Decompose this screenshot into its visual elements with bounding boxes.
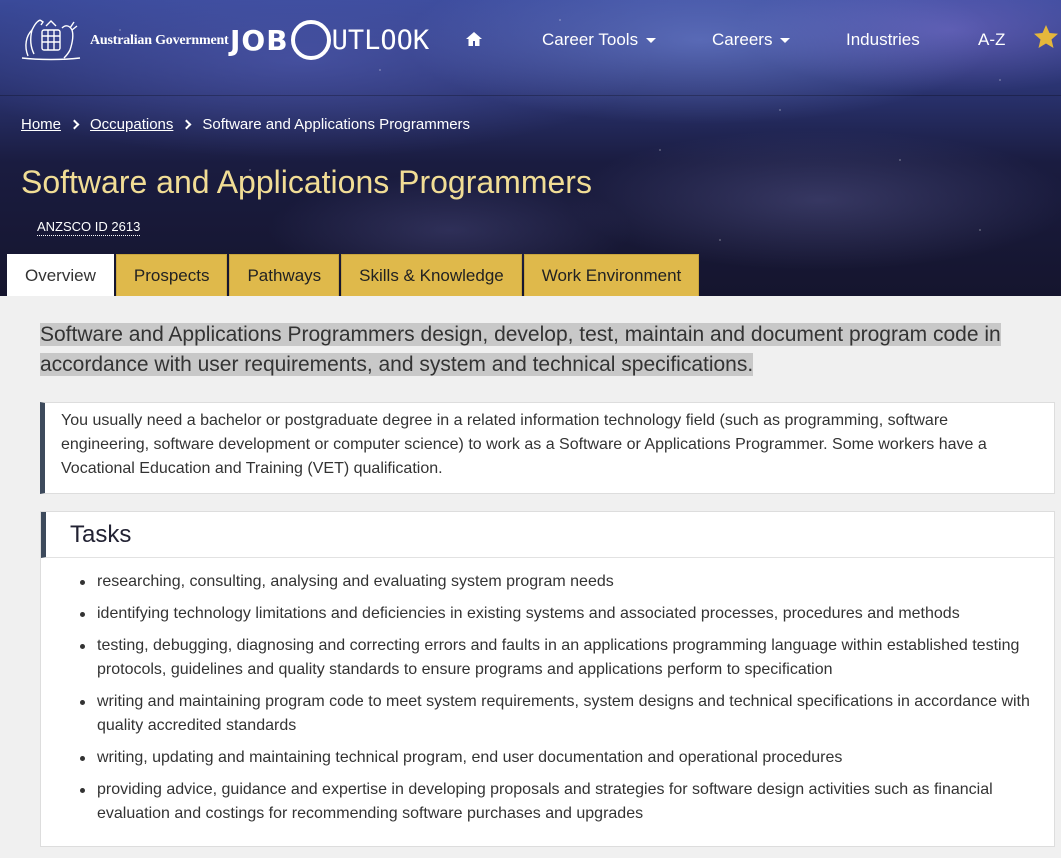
chevron-down-icon: [646, 37, 657, 43]
home-icon[interactable]: [465, 31, 483, 47]
breadcrumb-current: Software and Applications Programmers: [202, 116, 471, 133]
logo-outlook-text: UTLOOK: [331, 24, 430, 56]
nav-career-tools-label: Career Tools: [542, 30, 639, 49]
logo-job-text: JOB: [230, 23, 289, 57]
tab-skills-knowledge[interactable]: Skills & Knowledge: [341, 254, 522, 296]
tasks-panel: Tasks researching, consulting, analysing…: [40, 511, 1055, 847]
nav-a-z[interactable]: A-Z: [978, 28, 1005, 52]
list-item: identifying technology limitations and d…: [79, 602, 1036, 626]
occupation-summary-text: Software and Applications Programmers de…: [40, 323, 1001, 376]
list-item: writing and maintaining program code to …: [79, 690, 1036, 738]
tasks-list: researching, consulting, analysing and e…: [41, 558, 1054, 826]
government-label: Australian Government: [90, 33, 229, 48]
tab-work-environment[interactable]: Work Environment: [523, 254, 700, 296]
nav-careers[interactable]: Careers: [712, 28, 791, 52]
nav-careers-label: Careers: [712, 30, 773, 49]
page-title: Software and Applications Programmers: [21, 164, 592, 200]
tasks-heading: Tasks: [70, 520, 132, 548]
breadcrumb-home-link[interactable]: Home: [21, 116, 61, 133]
list-item: testing, debugging, diagnosing and corre…: [79, 634, 1036, 682]
occupation-summary: Software and Applications Programmers de…: [40, 320, 1030, 380]
tab-pathways[interactable]: Pathways: [229, 254, 340, 296]
coat-of-arms-icon[interactable]: [18, 16, 84, 62]
job-outlook-logo[interactable]: JOB UTLOOK: [230, 20, 429, 60]
chevron-right-icon: [69, 119, 80, 130]
anzsco-id[interactable]: ANZSCO ID 2613: [37, 219, 141, 236]
breadcrumb: Home Occupations Software and Applicatio…: [21, 116, 470, 133]
chevron-right-icon: [181, 119, 192, 130]
tab-bar: Overview Prospects Pathways Skills & Kno…: [7, 254, 701, 296]
logo-ring-icon: [290, 20, 331, 60]
nav-industries[interactable]: Industries: [846, 28, 920, 52]
tab-overview[interactable]: Overview: [7, 254, 114, 296]
tab-prospects[interactable]: Prospects: [115, 254, 228, 296]
chevron-down-icon: [780, 37, 791, 43]
list-item: providing advice, guidance and expertise…: [79, 778, 1036, 826]
nav-career-tools[interactable]: Career Tools: [542, 28, 657, 52]
qualification-callout: You usually need a bachelor or postgradu…: [40, 402, 1055, 494]
header-divider: [0, 95, 1061, 96]
tasks-header: Tasks: [41, 512, 1054, 558]
breadcrumb-occupations-link[interactable]: Occupations: [90, 116, 173, 133]
list-item: writing, updating and maintaining techni…: [79, 746, 1036, 770]
star-icon[interactable]: [1033, 24, 1059, 50]
list-item: researching, consulting, analysing and e…: [79, 570, 1036, 594]
